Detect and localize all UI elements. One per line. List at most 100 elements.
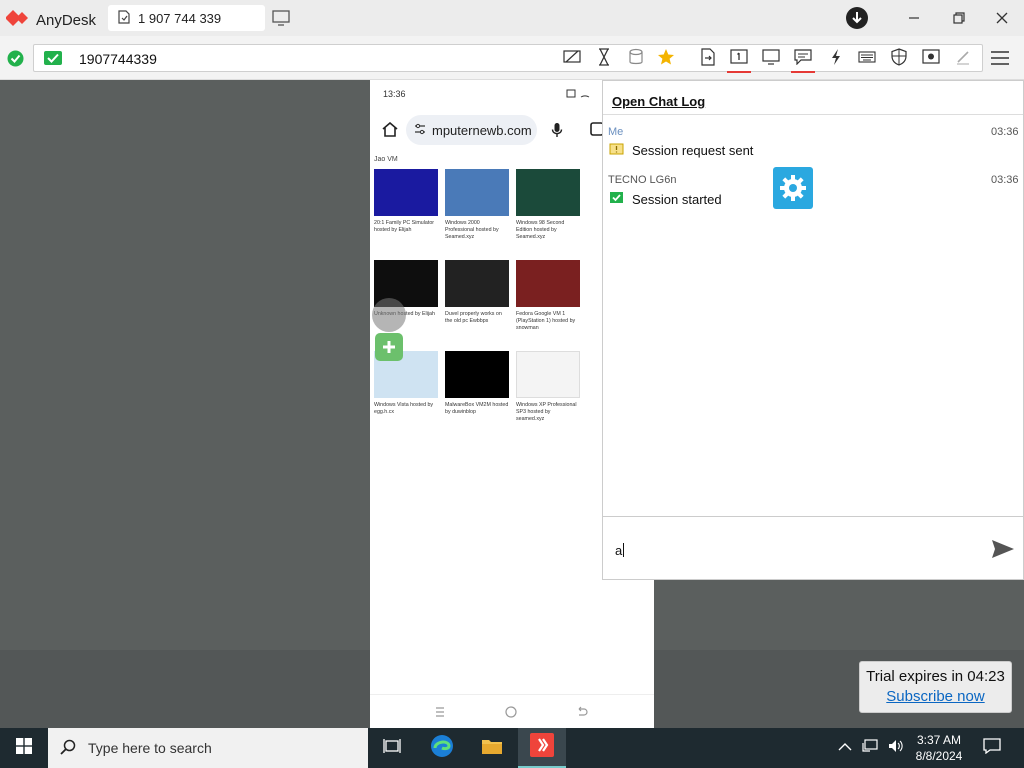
network-icon[interactable] <box>862 738 878 758</box>
vm-thumbnail[interactable]: MalwareBox VM2M hosted by duwinblop <box>445 351 509 416</box>
database-icon[interactable] <box>626 45 646 69</box>
task-view-button[interactable] <box>368 728 416 768</box>
shield-icon[interactable] <box>889 45 909 69</box>
subscribe-now-link[interactable]: Subscribe now <box>860 688 1011 705</box>
chevron-up-icon[interactable] <box>838 739 852 757</box>
notification-icon <box>983 737 1001 759</box>
taskbar-search[interactable]: Type here to search <box>48 728 368 768</box>
recents-icon[interactable] <box>434 705 446 723</box>
vm-thumbnail-image <box>516 260 580 307</box>
screen-off-icon[interactable] <box>562 45 582 69</box>
floating-bubble[interactable] <box>372 298 406 332</box>
vm-thumbnail[interactable]: Windows 2000 Professional hosted by Seam… <box>445 169 509 241</box>
vm-thumbnail-caption: Windows Vista hosted by egg.h.cx <box>374 402 434 415</box>
vm-thumbnail[interactable]: 20:1 Family PC Simulator hosted by Elija… <box>374 169 438 234</box>
actions-lightning-icon[interactable] <box>826 45 846 69</box>
trial-expiry-text: Trial expires in 04:23 <box>866 668 1005 685</box>
file-transfer-icon[interactable] <box>698 45 718 69</box>
search-icon <box>60 739 76 758</box>
star-icon[interactable] <box>656 45 676 69</box>
clock-date: 8/8/2024 <box>915 749 963 763</box>
task-view-icon <box>383 738 401 759</box>
app-name: AnyDesk <box>36 12 97 29</box>
hourglass-icon[interactable] <box>594 45 614 69</box>
chat-header: Open Chat Log <box>603 81 1023 115</box>
anydesk-app-icon <box>530 732 554 762</box>
vm-thumbnail[interactable]: Fedora Google VM 1 (PlayStation 1) hoste… <box>516 260 580 332</box>
session-tab[interactable]: 1 907 744 339 <box>108 5 265 31</box>
message-time: 03:36 <box>991 174 1019 186</box>
home-icon[interactable] <box>382 121 398 142</box>
download-icon[interactable] <box>843 0 871 36</box>
monitor-one-icon[interactable] <box>727 45 751 73</box>
menu-icon[interactable] <box>990 50 1010 71</box>
taskbar-clock[interactable]: 3:37 AM 8/8/2024 <box>904 732 974 764</box>
new-tab-icon[interactable] <box>272 10 290 31</box>
vm-thumbnail-caption: Duvel properly works on the old pc Ewbbp… <box>445 311 502 324</box>
phone-nav-bar <box>370 694 654 728</box>
chat-message: Session started <box>609 191 722 207</box>
site-settings-icon <box>414 123 426 138</box>
vm-thumbnail-image <box>374 169 438 216</box>
vm-thumbnail-caption: Windows XP Professional SP3 hosted by se… <box>516 402 577 422</box>
windows-logo-icon <box>16 737 32 759</box>
message-sender: Me <box>608 126 624 138</box>
close-icon[interactable] <box>988 0 1016 36</box>
vm-thumbnail-image <box>445 260 509 307</box>
clock-time: 3:37 AM <box>916 733 962 747</box>
send-icon[interactable] <box>991 539 1015 564</box>
message-text: Session started <box>632 191 722 207</box>
vm-thumbnail-image <box>445 351 509 398</box>
settings-gear-icon[interactable] <box>773 167 813 209</box>
keyboard-icon[interactable] <box>857 45 877 69</box>
windows-taskbar: Type here to search 3:37 AM 8/8/2024 <box>0 728 1024 768</box>
microphone-icon[interactable] <box>551 122 563 143</box>
chat-input-value: a <box>615 543 623 558</box>
file-explorer-app[interactable] <box>468 728 516 768</box>
vm-thumbnail[interactable]: Windows 98 Second Edition hosted by Seam… <box>516 169 580 241</box>
phone-section-label: Jao VM <box>374 156 398 163</box>
phone-home-button-icon[interactable] <box>505 705 517 723</box>
system-tray <box>838 728 904 768</box>
vm-thumbnail-image <box>516 351 580 398</box>
vm-thumbnail[interactable]: Duvel properly works on the old pc Ewbbp… <box>445 260 509 325</box>
vm-thumbnail-caption: Windows 98 Second Edition hosted by Seam… <box>516 220 565 240</box>
pen-icon[interactable] <box>953 45 973 69</box>
chat-icon[interactable] <box>791 45 815 73</box>
title-bar: AnyDesk 1 907 744 339 <box>0 0 1024 36</box>
trial-notice: Trial expires in 04:23 Subscribe now <box>859 661 1012 713</box>
message-text: Session request sent <box>632 143 754 158</box>
session-tab-label: 1 907 744 339 <box>138 10 222 26</box>
vm-thumbnail-image <box>516 169 580 216</box>
chat-panel: Open Chat Log Me 03:36 Session request s… <box>602 80 1024 580</box>
phone-url-bar[interactable]: mputernewb.com <box>406 115 537 145</box>
notification-center[interactable] <box>980 728 1004 768</box>
open-chat-log-link[interactable]: Open Chat Log <box>612 94 705 109</box>
anydesk-taskbar-app[interactable] <box>518 728 566 768</box>
minimize-icon[interactable] <box>900 0 928 36</box>
vm-thumbnail-caption: Fedora Google VM 1 (PlayStation 1) hoste… <box>516 311 576 331</box>
chat-input-area[interactable]: a <box>603 516 1023 580</box>
message-sender: TECNO LG6n <box>608 174 677 186</box>
chat-input-field[interactable]: a <box>615 543 625 558</box>
display-icon[interactable] <box>761 45 781 69</box>
phone-status-time: 13:36 <box>383 89 406 99</box>
search-placeholder: Type here to search <box>88 740 212 756</box>
text-caret <box>623 543 625 557</box>
volume-icon[interactable] <box>888 739 904 758</box>
floating-add-icon[interactable] <box>375 333 403 361</box>
back-icon[interactable] <box>576 705 588 723</box>
vm-thumbnail-caption: Windows 2000 Professional hosted by Seam… <box>445 220 499 240</box>
edge-app[interactable] <box>418 728 466 768</box>
request-sent-icon <box>609 143 624 158</box>
verified-flag-icon <box>44 51 62 70</box>
anydesk-logo-icon <box>5 8 30 33</box>
phone-status-icons <box>566 89 590 98</box>
restore-icon[interactable] <box>945 0 973 36</box>
vm-thumbnail[interactable]: Windows XP Professional SP3 hosted by se… <box>516 351 580 423</box>
message-time: 03:36 <box>991 126 1019 138</box>
vm-thumbnail-caption: MalwareBox VM2M hosted by duwinblop <box>445 402 509 415</box>
phone-url-text: mputernewb.com <box>432 122 532 138</box>
record-screen-icon[interactable] <box>921 45 941 69</box>
start-button[interactable] <box>0 728 48 768</box>
